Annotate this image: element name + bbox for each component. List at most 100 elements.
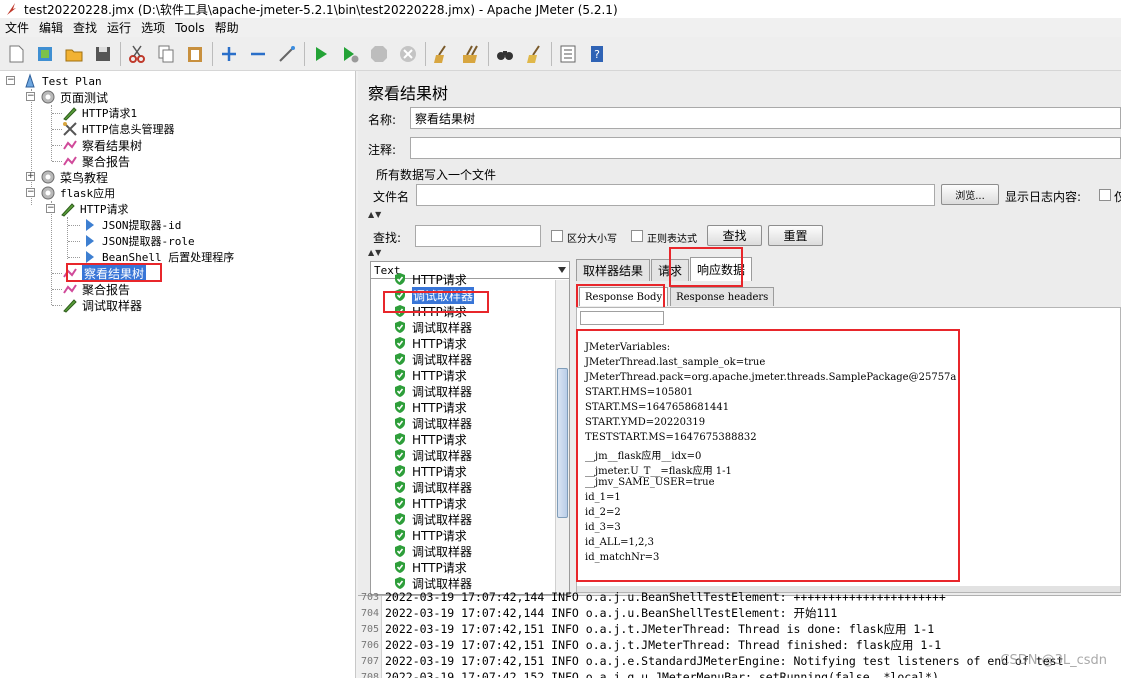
tree-node-debug-sampler[interactable]: 调试取样器 bbox=[62, 297, 142, 313]
browse-button[interactable]: 浏览... bbox=[941, 184, 999, 205]
start-button[interactable] bbox=[309, 42, 333, 66]
result-row[interactable]: 调试取样器 bbox=[393, 543, 472, 559]
result-row[interactable]: HTTP请求 bbox=[393, 527, 467, 543]
start-no-pause-button[interactable] bbox=[338, 42, 362, 66]
result-row[interactable]: HTTP请求 bbox=[393, 559, 467, 575]
regex-checkbox[interactable] bbox=[631, 230, 643, 242]
cut-button[interactable] bbox=[125, 42, 149, 66]
broom-search-icon bbox=[527, 44, 540, 63]
result-row[interactable]: HTTP请求 bbox=[393, 271, 467, 287]
result-label: 调试取样器 bbox=[412, 480, 473, 495]
result-row[interactable]: HTTP请求 bbox=[393, 335, 467, 351]
search-field[interactable] bbox=[415, 225, 541, 247]
result-row[interactable]: 调试取样器 bbox=[393, 511, 472, 527]
shutdown-button[interactable] bbox=[396, 42, 420, 66]
tree-node-aggregate-report-1[interactable]: 聚合报告 bbox=[62, 153, 130, 169]
stop-button[interactable] bbox=[367, 42, 391, 66]
collapse-toggle[interactable]: − bbox=[26, 92, 35, 101]
svg-text:?: ? bbox=[594, 48, 600, 61]
help-button[interactable]: ? bbox=[585, 42, 609, 66]
result-row[interactable]: HTTP请求 bbox=[393, 463, 467, 479]
find-button[interactable]: 查找 bbox=[707, 225, 762, 246]
sampler-pen-icon bbox=[62, 105, 78, 121]
reset-search-button[interactable] bbox=[522, 42, 546, 66]
tree-node-http-request[interactable]: − HTTP请求 bbox=[46, 201, 129, 217]
tree-node-view-results-tree-1[interactable]: 察看结果树 bbox=[62, 137, 142, 153]
scrollbar-thumb[interactable] bbox=[557, 368, 568, 518]
success-shield-icon bbox=[393, 272, 412, 286]
toolbar-separator bbox=[488, 41, 489, 66]
expand-toggle[interactable]: + bbox=[26, 172, 35, 181]
jmeter-feather-icon bbox=[7, 3, 16, 15]
tree-node-page-test-group[interactable]: − 页面测试 bbox=[26, 89, 108, 105]
open-button[interactable] bbox=[62, 42, 86, 66]
save-icon bbox=[96, 46, 110, 61]
menu-run[interactable]: 运行 bbox=[102, 19, 136, 36]
reset-button[interactable]: 重置 bbox=[768, 225, 823, 246]
tree-node-header-manager[interactable]: HTTP信息头管理器 bbox=[62, 121, 175, 137]
tree-node-json-extractor-role[interactable]: JSON提取器-role bbox=[82, 233, 195, 249]
tree-node-flask-group[interactable]: − flask应用 bbox=[26, 185, 115, 201]
response-search-input[interactable] bbox=[580, 311, 664, 325]
results-scrollbar[interactable] bbox=[555, 280, 569, 594]
filename-field[interactable] bbox=[416, 184, 935, 206]
success-shield-icon bbox=[393, 464, 412, 478]
tree-label: 察看结果树 bbox=[82, 138, 143, 153]
menu-tools[interactable]: Tools bbox=[170, 21, 210, 35]
tab-response-headers[interactable]: Response headers bbox=[670, 287, 775, 306]
result-row[interactable]: 调试取样器 bbox=[393, 319, 472, 335]
result-row[interactable]: 调试取样器 bbox=[393, 415, 472, 431]
menu-help[interactable]: 帮助 bbox=[210, 19, 244, 36]
case-sensitive-checkbox[interactable] bbox=[551, 230, 563, 242]
minus-icon bbox=[251, 52, 265, 55]
result-row[interactable]: HTTP请求 bbox=[393, 431, 467, 447]
log-content-checkbox[interactable] bbox=[1099, 189, 1111, 201]
collapse-toggle[interactable]: − bbox=[6, 76, 15, 85]
function-helper-button[interactable] bbox=[556, 42, 580, 66]
templates-button[interactable] bbox=[33, 42, 57, 66]
tree-node-cainiao-group[interactable]: + 菜鸟教程 bbox=[26, 169, 108, 185]
log-line-number: 707 bbox=[361, 655, 380, 667]
search-button[interactable] bbox=[493, 42, 517, 66]
toggle-button[interactable] bbox=[275, 42, 299, 66]
result-row[interactable]: 调试取样器 bbox=[393, 479, 472, 495]
thread-group-gear-icon bbox=[40, 169, 56, 185]
comment-field[interactable] bbox=[410, 137, 1121, 159]
shutdown-icon bbox=[400, 45, 416, 62]
result-row[interactable]: HTTP请求 bbox=[393, 495, 467, 511]
paste-button[interactable] bbox=[183, 42, 207, 66]
tree-node-aggregate-report-2[interactable]: 聚合报告 bbox=[62, 281, 130, 297]
menu-options[interactable]: 选项 bbox=[136, 19, 170, 36]
result-row[interactable]: HTTP请求 bbox=[393, 367, 467, 383]
highlight-box-result bbox=[383, 291, 489, 313]
tree-node-json-extractor-id[interactable]: JSON提取器-id bbox=[82, 217, 181, 233]
collapse-toggle[interactable]: − bbox=[46, 204, 55, 213]
tree-node-test-plan[interactable]: − Test Plan bbox=[6, 73, 102, 89]
collapse-all-button[interactable] bbox=[246, 42, 270, 66]
result-row[interactable]: HTTP请求 bbox=[393, 399, 467, 415]
search-label: 查找: bbox=[373, 231, 402, 245]
collapse-toggle[interactable]: − bbox=[26, 188, 35, 197]
menu-search[interactable]: 查找 bbox=[68, 19, 102, 36]
split-divider[interactable]: ▲▼ bbox=[368, 210, 382, 219]
tab-sampler-result[interactable]: 取样器结果 bbox=[576, 259, 651, 281]
tree-node-http-request-1[interactable]: HTTP请求1 bbox=[62, 105, 137, 121]
clear-button[interactable] bbox=[430, 42, 454, 66]
success-shield-icon bbox=[393, 576, 412, 590]
split-divider[interactable]: ▲▼ bbox=[368, 248, 382, 257]
result-row[interactable]: 调试取样器 bbox=[393, 351, 472, 367]
clear-all-button[interactable] bbox=[459, 42, 483, 66]
save-button[interactable] bbox=[91, 42, 115, 66]
tree-connector bbox=[52, 289, 62, 290]
copy-button[interactable] bbox=[154, 42, 178, 66]
name-field[interactable]: 察看结果树 bbox=[410, 107, 1121, 129]
result-row[interactable]: 调试取样器 bbox=[393, 447, 472, 463]
result-label: 调试取样器 bbox=[412, 384, 473, 399]
watermark: CSDN @3L_csdn bbox=[1000, 653, 1107, 668]
expand-all-button[interactable] bbox=[217, 42, 241, 66]
menu-edit[interactable]: 编辑 bbox=[34, 19, 68, 36]
tree-label: 菜鸟教程 bbox=[60, 170, 109, 185]
menu-file[interactable]: 文件 bbox=[0, 19, 34, 36]
result-row[interactable]: 调试取样器 bbox=[393, 383, 472, 399]
new-button[interactable] bbox=[4, 42, 28, 66]
